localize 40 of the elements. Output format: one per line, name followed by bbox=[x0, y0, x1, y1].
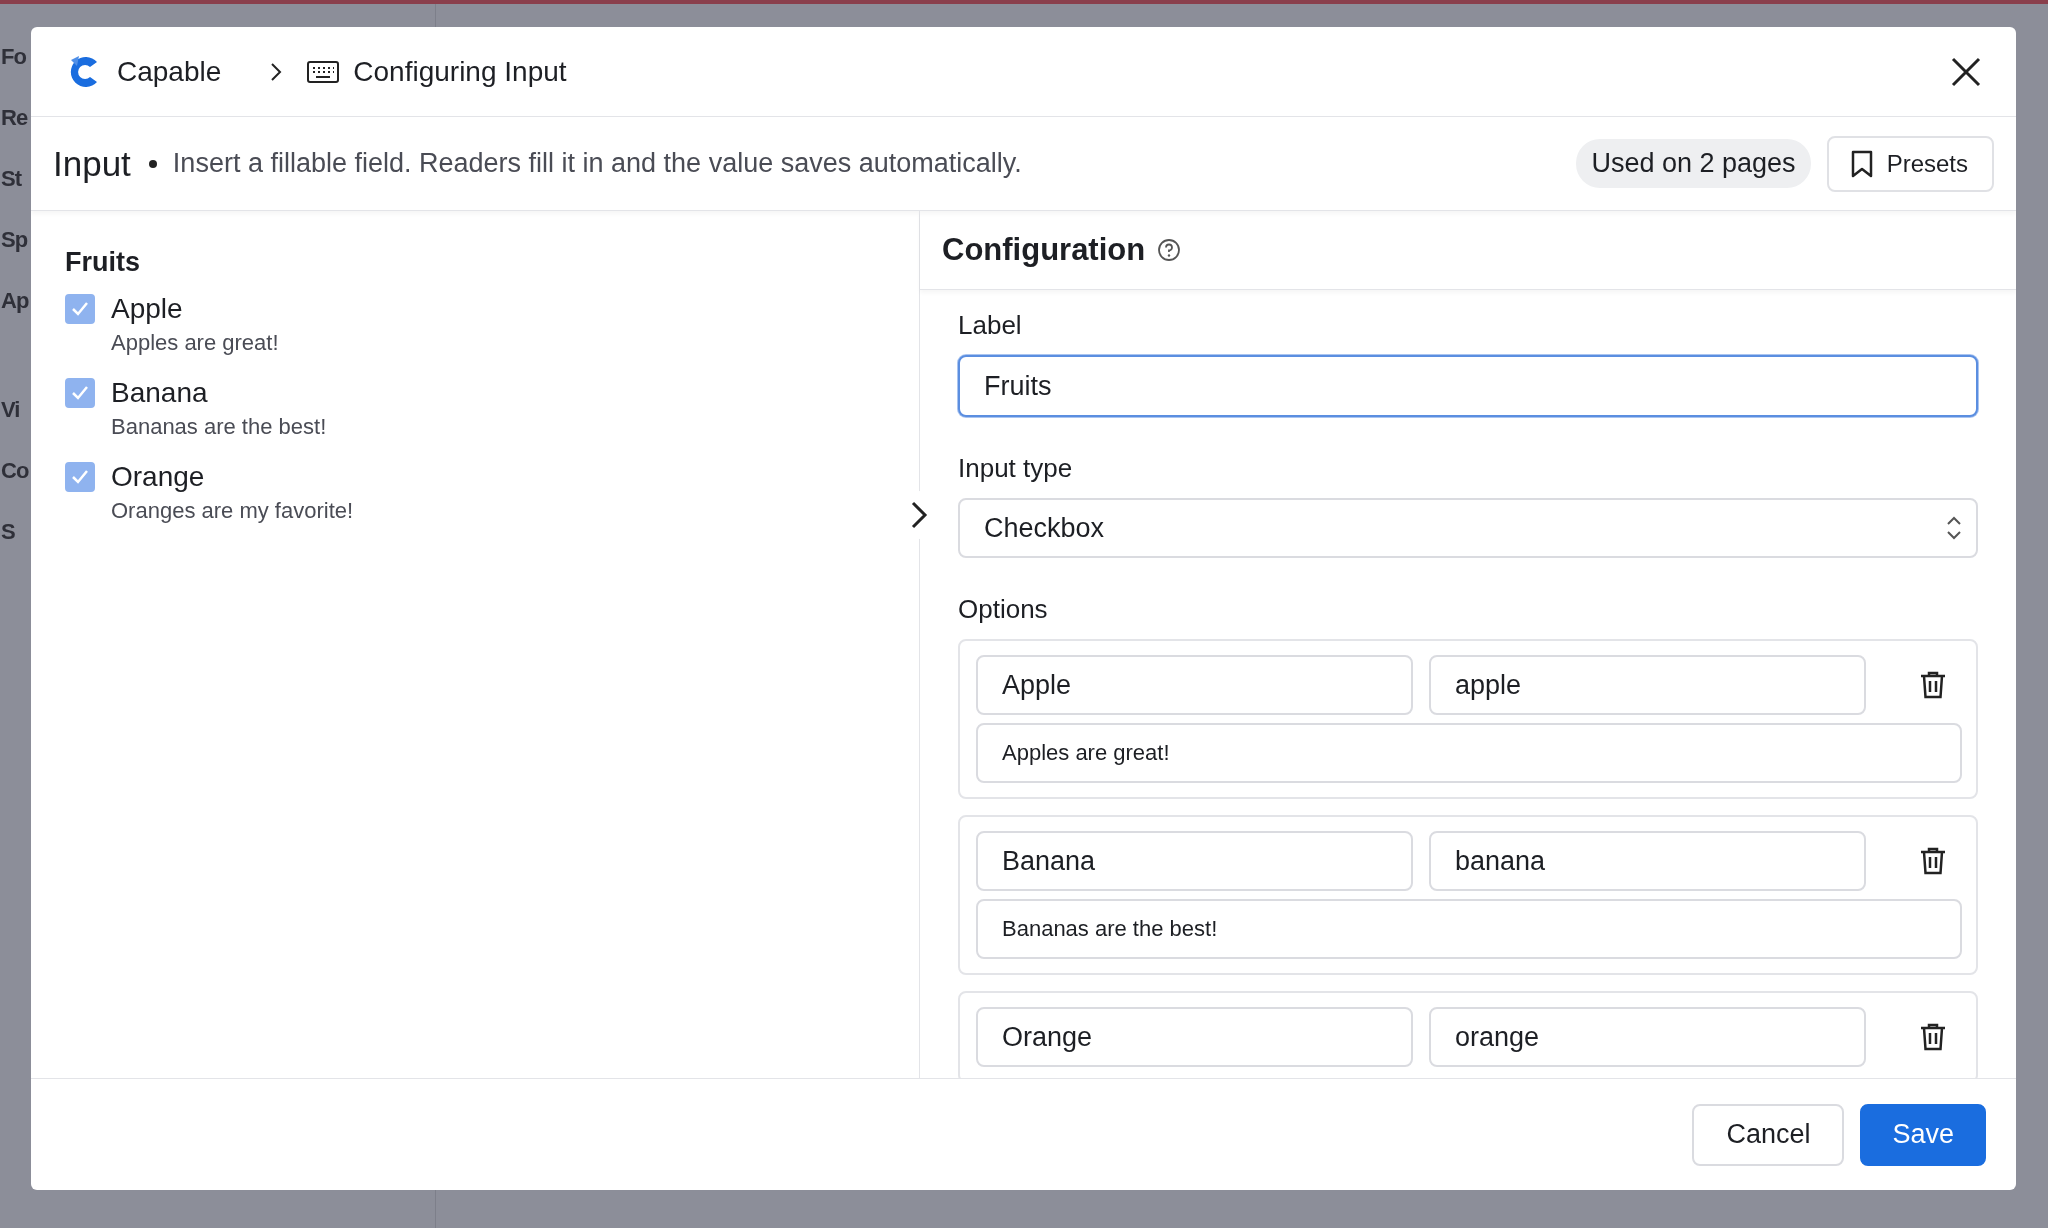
option-value-field[interactable]: apple bbox=[1429, 655, 1866, 715]
input-type-select[interactable]: Checkbox bbox=[958, 498, 1978, 558]
section-title: Configuration bbox=[942, 232, 1146, 268]
option-name-field[interactable]: Banana bbox=[976, 831, 1413, 891]
trash-icon[interactable] bbox=[1918, 1022, 1948, 1052]
presets-button[interactable]: Presets bbox=[1826, 135, 1994, 192]
keyboard-icon bbox=[307, 60, 340, 83]
breadcrumb: Configuring Input bbox=[353, 55, 567, 88]
option-label: Apple bbox=[111, 292, 184, 326]
app-name[interactable]: Capable bbox=[117, 55, 222, 88]
cancel-button[interactable]: Cancel bbox=[1692, 1103, 1845, 1166]
bookmark-icon bbox=[1850, 149, 1873, 178]
label-field[interactable]: Fruits bbox=[958, 355, 1978, 417]
chevron-updown-icon bbox=[1944, 514, 1964, 542]
option-description: Apples are great! bbox=[111, 330, 280, 356]
option-description-field[interactable]: Apples are great! bbox=[976, 723, 1962, 783]
field-label: Options bbox=[958, 594, 1049, 625]
option-value-field[interactable]: orange bbox=[1429, 1007, 1866, 1067]
checkbox[interactable] bbox=[65, 462, 95, 492]
field-label: Input type bbox=[958, 453, 1074, 484]
checkbox[interactable] bbox=[65, 378, 95, 408]
option-name-field[interactable]: Apple bbox=[976, 655, 1413, 715]
field-label: Fruits bbox=[65, 247, 141, 278]
help-icon bbox=[1157, 238, 1182, 262]
usage-badge: Used on 2 pages bbox=[1576, 139, 1811, 188]
checkbox[interactable] bbox=[65, 294, 95, 324]
option-value-field[interactable]: banana bbox=[1429, 831, 1866, 891]
dialog-title: Input bbox=[53, 143, 131, 184]
trash-icon[interactable] bbox=[1918, 846, 1948, 876]
option-label: Orange bbox=[111, 460, 206, 494]
option-description-field[interactable]: Bananas are the best! bbox=[976, 899, 1962, 959]
field-label: Label bbox=[958, 310, 1023, 341]
trash-icon[interactable] bbox=[1918, 670, 1948, 700]
option-description: Bananas are the best! bbox=[111, 414, 328, 440]
option-description: Oranges are my favorite! bbox=[111, 498, 355, 524]
option-label: Banana bbox=[111, 376, 209, 410]
description: Insert a fillable field. Readers fill it in and the value saves automatically. bbox=[172, 148, 1022, 179]
save-button[interactable]: Save bbox=[1860, 1103, 1986, 1166]
option-name-field[interactable]: Orange bbox=[976, 1007, 1413, 1067]
bullet-icon bbox=[148, 159, 157, 168]
